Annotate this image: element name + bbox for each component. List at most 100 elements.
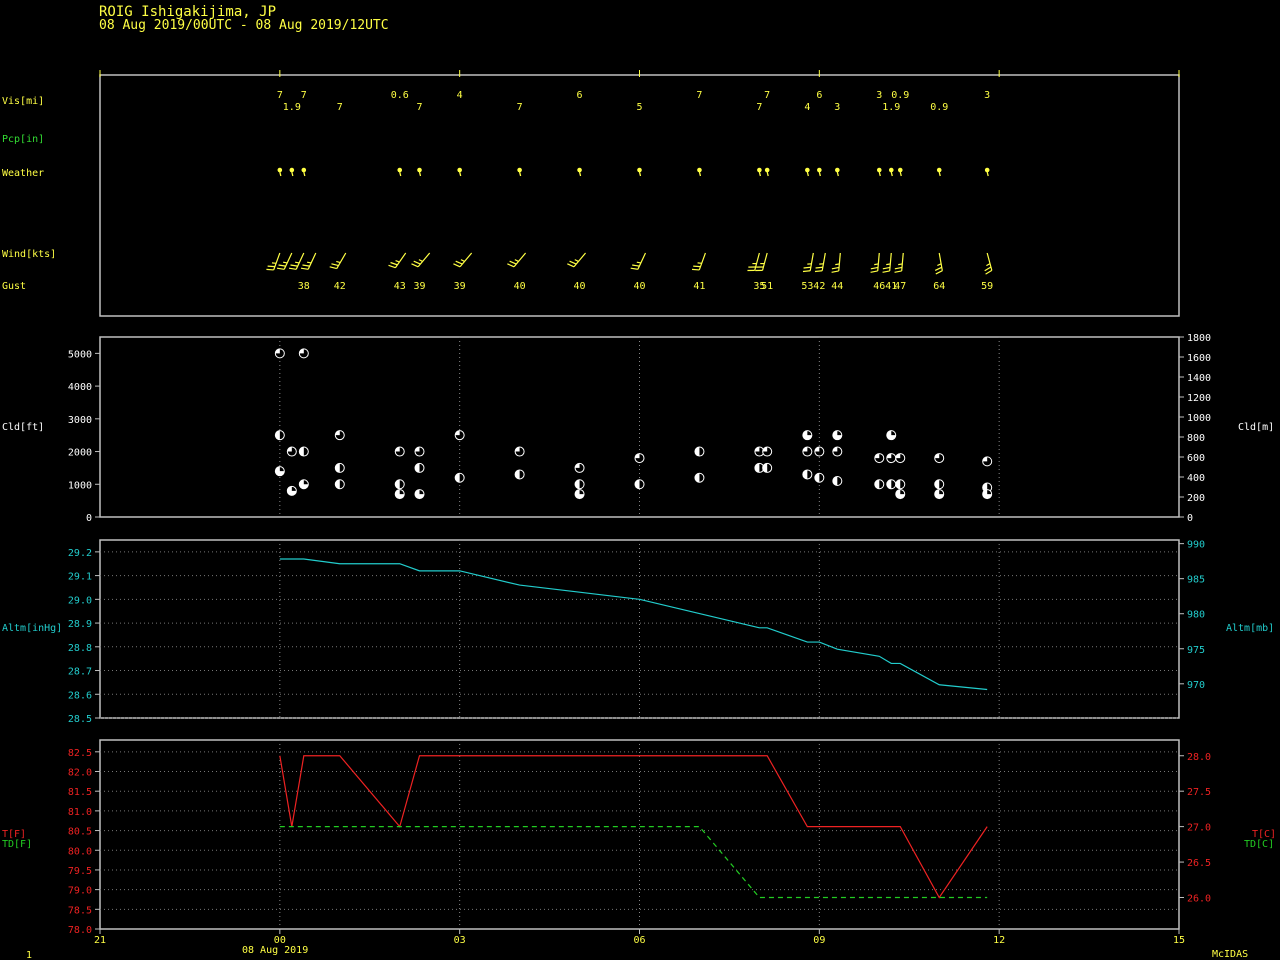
cloud-ft-tick-label: 4000: [68, 382, 92, 393]
temp-f-tick-label: 80.0: [68, 846, 92, 857]
wind-barb-feather: [882, 270, 890, 273]
cloud-layer-symbol: [394, 446, 405, 457]
cloud-m-tick-label: 1200: [1187, 393, 1211, 404]
wind-barb-feather: [509, 260, 517, 265]
wind-barb-feather: [630, 267, 638, 270]
visibility-value: 0.6: [391, 90, 409, 101]
wind-barb-half-feather: [283, 261, 288, 264]
altm-inhg-label: Altm[inHg]: [2, 623, 62, 634]
altm-inhg-tick-label: 29.2: [68, 548, 92, 559]
cloud-layer-symbol: [814, 446, 825, 457]
visibility-value: 7: [416, 102, 422, 113]
weather-dot: [517, 167, 522, 173]
cloud-layer-symbol: [414, 446, 425, 457]
cloud-layer-symbol: [762, 446, 773, 457]
cloud-layer-symbol: [634, 479, 645, 490]
gust-value: 39: [413, 281, 425, 292]
weather-dot: [457, 167, 462, 173]
visibility-value: 4: [457, 90, 463, 101]
cloud-layer-symbol: [886, 453, 897, 464]
wind-barb-feather: [870, 266, 879, 270]
gust-value: 42: [813, 281, 825, 292]
wind-barb-feather: [507, 263, 515, 268]
weather-rain-icon: [835, 167, 840, 177]
temp-f-tick-label: 82.5: [68, 748, 92, 759]
weather-tail: [291, 171, 294, 177]
visibility-value: 3: [984, 90, 990, 101]
temp-c-tick-label: 26.5: [1187, 858, 1211, 869]
weather-dot: [835, 167, 840, 173]
cloud-layer-symbol: [802, 430, 813, 441]
weather-dot: [876, 167, 882, 173]
weather-tail: [836, 171, 839, 177]
cloud-layer-symbol: [934, 489, 945, 500]
gust-value: 38: [298, 281, 310, 292]
wind-barb-half-feather: [835, 263, 840, 266]
grid-lines: [95, 70, 1184, 934]
wind-barb-feather: [882, 266, 891, 270]
weather-rain-icon: [936, 167, 942, 177]
cloud-layer-symbol: [414, 489, 425, 500]
cloud-layer-symbol: [298, 348, 309, 359]
wind-barb-feather: [870, 270, 878, 273]
wind-barb-feather: [814, 270, 823, 273]
wind-barb-feather: [290, 264, 298, 267]
cloud-layer-symbol: [886, 479, 897, 490]
cloud-layer-symbol: [574, 489, 585, 500]
weather-rain-icon: [277, 167, 283, 177]
wind-barb-half-feather: [295, 261, 300, 264]
altm-inhg-tick-label: 29.1: [68, 572, 92, 583]
wind-barb-half-feather: [306, 261, 312, 264]
cloud-layer-symbol: [874, 479, 885, 490]
weather-rain-icon: [984, 167, 990, 177]
gust-value: 64: [933, 281, 945, 292]
wind-barb: [984, 252, 993, 275]
temp-f-tick-label: 79.5: [68, 866, 92, 877]
wind-barb-feather: [691, 268, 700, 271]
temp-c-tick-label: 28.0: [1187, 752, 1211, 763]
cloud-layer-symbol: [982, 489, 993, 500]
weather-rain-icon: [876, 167, 882, 177]
weather-tail: [986, 171, 989, 177]
wind-barb-half-feather: [574, 259, 579, 262]
weather-tail: [518, 171, 522, 177]
weather-rain-icon: [817, 167, 822, 177]
cloud-ft-tick-label: 1000: [68, 480, 92, 491]
temp-c-tick-label: 27.0: [1187, 823, 1211, 834]
cloud-m-tick-label: 400: [1187, 473, 1205, 484]
wind-barb-half-feather: [514, 259, 519, 262]
altm-inhg-tick-label: 28.8: [68, 643, 92, 654]
gust-value: 40: [574, 281, 586, 292]
wind-barb-feather: [455, 260, 463, 265]
wind-barb-shaft: [394, 252, 407, 269]
weather-rain-icon: [289, 167, 295, 177]
weather-dot: [764, 167, 770, 173]
weather-tail: [459, 171, 462, 177]
cloud-layer-symbol: [394, 479, 405, 490]
dewpt-c-label: TD[C]: [1244, 839, 1274, 850]
weather-rain-icon: [764, 167, 770, 177]
wind-barb-half-feather: [886, 263, 891, 266]
temp-c-tick-label: 27.5: [1187, 787, 1211, 798]
cloud-layer-symbol: [934, 453, 945, 464]
wind-barb-feather: [411, 263, 419, 268]
wind-barb: [831, 252, 841, 273]
wind-label: Wind[kts]: [2, 249, 56, 260]
wind-barb-feather: [288, 267, 297, 270]
wind-barb-shaft: [307, 252, 317, 270]
weather-dot: [888, 167, 894, 173]
wind-barb: [329, 252, 347, 270]
weather-dot: [417, 167, 422, 173]
weather-tail: [578, 171, 582, 177]
wind-barb-feather: [453, 263, 461, 268]
visibility-value: 1.9: [283, 102, 301, 113]
wind-barb-feather: [984, 266, 992, 272]
wind-barb-shaft: [336, 252, 347, 269]
wind-barb-half-feather: [937, 263, 942, 267]
weather-tail: [698, 171, 702, 177]
cloud-layer-symbol: [762, 462, 773, 473]
wind-barb-feather: [276, 267, 285, 270]
wind-barb-feather: [278, 264, 286, 267]
gust-value: 53: [801, 281, 813, 292]
gust-value: 46: [873, 281, 885, 292]
